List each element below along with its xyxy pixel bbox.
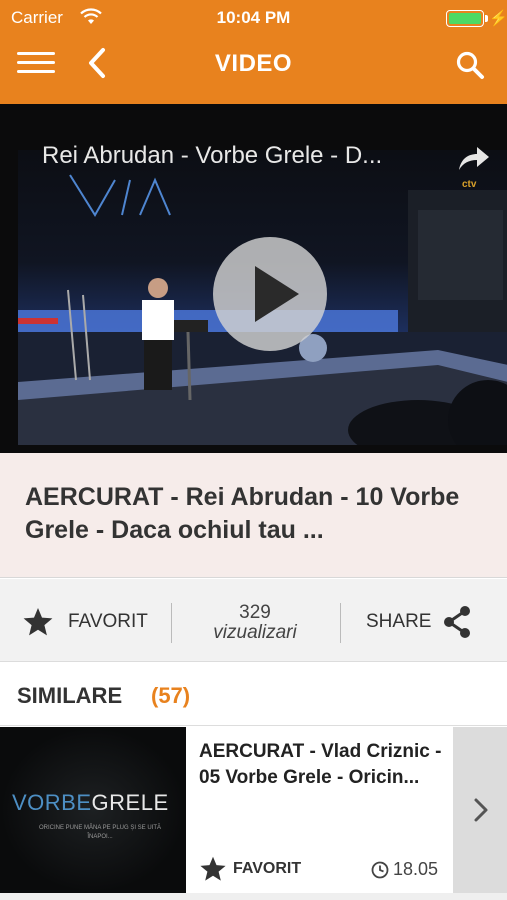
- similar-count: (57): [151, 683, 191, 708]
- thumbnail-brand-b: GRELE: [91, 790, 169, 815]
- video-player[interactable]: Rei Abrudan - Vorbe Grele - D... ctv: [0, 104, 507, 453]
- item-favorite-button[interactable]: FAVORIT: [199, 855, 301, 883]
- page-title: VIDEO: [214, 50, 293, 77]
- battery-tip: [485, 15, 488, 22]
- video-thumbnail[interactable]: VORBEGRELE ORICINE PUNE MÂNA PE PLUG ȘI …: [0, 727, 186, 893]
- play-icon: [255, 266, 299, 322]
- nav-bar: VIDEO: [0, 36, 507, 104]
- search-icon[interactable]: [455, 50, 487, 82]
- divider: [340, 603, 341, 643]
- clock-icon: [371, 861, 389, 878]
- item-title[interactable]: AERCURAT - Vlad Criznic - 05 Vorbe Grele…: [199, 739, 451, 791]
- views-count: 329: [239, 602, 271, 623]
- status-bar: Carrier 10:04 PM ⚡: [0, 0, 507, 36]
- share-button[interactable]: SHARE: [366, 605, 473, 639]
- clock-time: 10:04 PM: [216, 8, 291, 27]
- views-label: vizualizari: [213, 622, 297, 643]
- divider: [0, 893, 507, 900]
- views-counter: 329 vizualizari: [185, 603, 325, 643]
- charging-icon: ⚡: [489, 10, 507, 27]
- favorite-button[interactable]: FAVORIT: [22, 605, 148, 639]
- star-icon: [200, 856, 226, 881]
- share-icon: [444, 606, 471, 638]
- similar-header: SIMILARE (57): [0, 663, 507, 726]
- chevron-right-icon: [474, 798, 488, 822]
- similar-label: SIMILARE: [17, 683, 123, 708]
- star-icon: [23, 608, 53, 636]
- item-duration: 18.05: [371, 859, 438, 880]
- action-bar: FAVORIT 329 vizualizari SHARE: [0, 579, 507, 662]
- wall-logo-graphic: [69, 174, 171, 217]
- item-open-button[interactable]: [453, 727, 507, 893]
- item-favorite-label: FAVORIT: [233, 860, 302, 877]
- share-label: SHARE: [366, 611, 432, 632]
- play-button[interactable]: [213, 237, 327, 351]
- top-bar: Carrier 10:04 PM ⚡ VIDEO: [0, 0, 507, 104]
- video-overlay-title: Rei Abrudan - Vorbe Grele - D...: [42, 142, 383, 169]
- battery-icon: [446, 10, 484, 27]
- thumbnail-brand-a: VORBE: [12, 790, 92, 815]
- divider: [171, 603, 172, 643]
- thumbnail-brand: VORBEGRELE: [12, 790, 169, 816]
- video-info: AERCURAT - Rei Abrudan - 10 Vorbe Grele …: [0, 453, 507, 578]
- duration-value: 18.05: [393, 859, 439, 879]
- favorite-label: FAVORIT: [68, 611, 148, 632]
- channel-logo: ctv: [462, 179, 477, 190]
- video-title: AERCURAT - Rei Abrudan - 10 Vorbe Grele …: [25, 483, 460, 544]
- share-arrow-icon[interactable]: [455, 144, 491, 174]
- list-item[interactable]: VORBEGRELE ORICINE PUNE MÂNA PE PLUG ȘI …: [0, 727, 507, 900]
- thumbnail-tagline: ORICINE PUNE MÂNA PE PLUG ȘI SE UITĂ ÎNA…: [38, 825, 162, 840]
